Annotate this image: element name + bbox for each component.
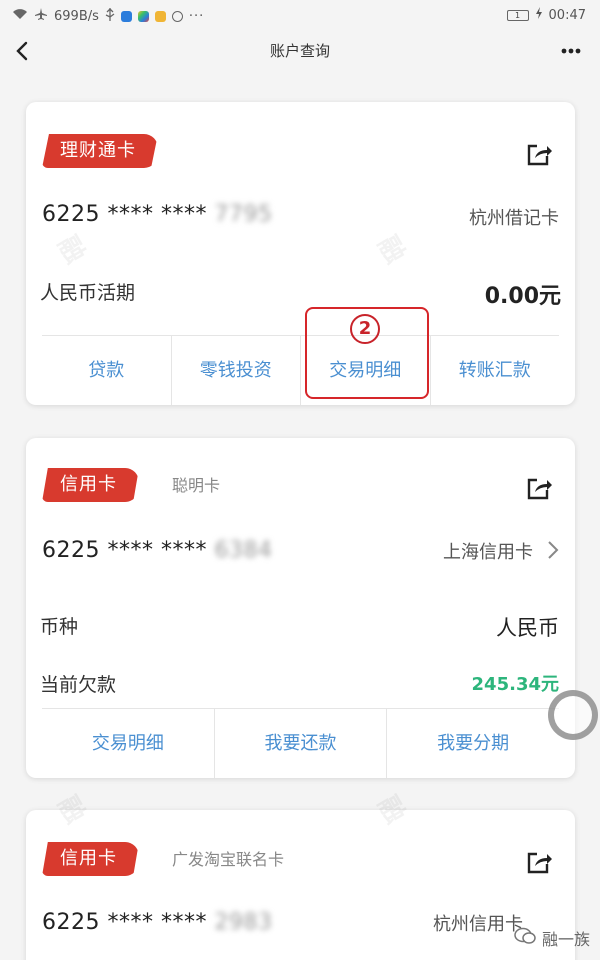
nav-bar: 账户查询	[0, 30, 600, 72]
battery-icon: 1	[506, 9, 529, 21]
transfer-button[interactable]: 转账汇款	[429, 336, 560, 405]
more-dots-icon	[561, 48, 581, 54]
loan-button[interactable]: 贷款	[42, 336, 171, 405]
installment-button[interactable]: 我要分期	[386, 709, 559, 778]
watermark-brand: 融一族	[541, 930, 590, 949]
app-notification-icon	[154, 10, 166, 22]
card-type-badge: 信用卡	[42, 468, 139, 502]
status-time: 00:47	[548, 7, 586, 23]
account-card-wealth[interactable]: 理财通卡 6225 **** **** 7795 杭州借记卡 人民币活期 0.0…	[26, 102, 575, 405]
card-number-suffix: 6384	[214, 538, 273, 563]
usb-icon	[105, 7, 115, 25]
card-bank-type: 上海信用卡	[443, 542, 533, 563]
app-notification-icon	[120, 10, 132, 22]
status-right: 1 00:47	[506, 7, 586, 23]
card-number-suffix: 7795	[214, 202, 273, 227]
card-number: 6225 **** **** 2983	[42, 910, 272, 935]
card-number-masked: 6225 **** ****	[42, 910, 207, 935]
app-notification-icon	[171, 10, 183, 22]
card-type-badge: 信用卡	[42, 842, 139, 876]
watermark-logo: 融一族	[514, 926, 590, 950]
owed-value: 245.34元	[471, 674, 559, 695]
annotation-step-number: 2	[350, 314, 380, 344]
card-number-suffix: 2983	[214, 910, 273, 935]
card-type-badge: 理财通卡	[42, 134, 158, 168]
card-subtitle: 聪明卡	[172, 476, 221, 495]
wechat-icon	[514, 927, 536, 949]
repay-button[interactable]: 我要还款	[213, 709, 387, 778]
card-number-masked: 6225 **** ****	[42, 538, 207, 563]
share-button[interactable]	[525, 474, 553, 502]
currency-value: 人民币	[496, 616, 559, 640]
card-actions: 贷款 零钱投资 交易明细 转账汇款	[42, 335, 559, 405]
card-actions: 交易明细 我要还款 我要分期	[42, 708, 559, 778]
account-card-credit[interactable]: 信用卡 聪明卡 6225 **** **** 6384 上海信用卡 币种 人民币…	[26, 438, 575, 778]
card-number: 6225 **** **** 6384	[42, 538, 272, 563]
balance-value: 0.00元	[484, 284, 561, 309]
card-bank-type: 杭州借记卡	[469, 208, 559, 229]
charging-icon	[535, 7, 543, 23]
balance-label: 人民币活期	[40, 282, 136, 304]
app-notification-icon	[137, 10, 149, 22]
floating-assist-button[interactable]	[548, 690, 598, 740]
airplane-icon	[34, 7, 48, 25]
card-subtitle: 广发淘宝联名卡	[172, 850, 285, 869]
status-bar: 699B/s ··· 1 00:47	[0, 0, 600, 30]
currency-label: 币种	[40, 616, 79, 638]
transaction-detail-button[interactable]: 交易明细	[42, 709, 214, 778]
more-notifications-icon: ···	[188, 8, 205, 24]
change-invest-button[interactable]: 零钱投资	[170, 336, 301, 405]
share-icon	[527, 852, 552, 874]
card-bank-type: 杭州信用卡	[433, 914, 523, 935]
chevron-right-icon[interactable]	[545, 538, 561, 566]
more-options-button[interactable]	[556, 36, 586, 66]
page-title: 账户查询	[269, 42, 330, 60]
share-button[interactable]	[525, 140, 553, 168]
network-speed: 699B/s	[54, 8, 99, 24]
owed-label: 当前欠款	[40, 674, 117, 696]
account-card-credit-taobao[interactable]: 信用卡 广发淘宝联名卡 6225 **** **** 2983 杭州信用卡	[26, 810, 575, 960]
share-icon	[527, 144, 552, 166]
card-number-masked: 6225 **** ****	[42, 202, 207, 227]
card-number: 6225 **** **** 7795	[42, 202, 272, 227]
wifi-icon	[12, 8, 28, 24]
share-button[interactable]	[525, 848, 553, 876]
share-icon	[527, 478, 552, 500]
status-left: 699B/s ···	[12, 7, 204, 25]
